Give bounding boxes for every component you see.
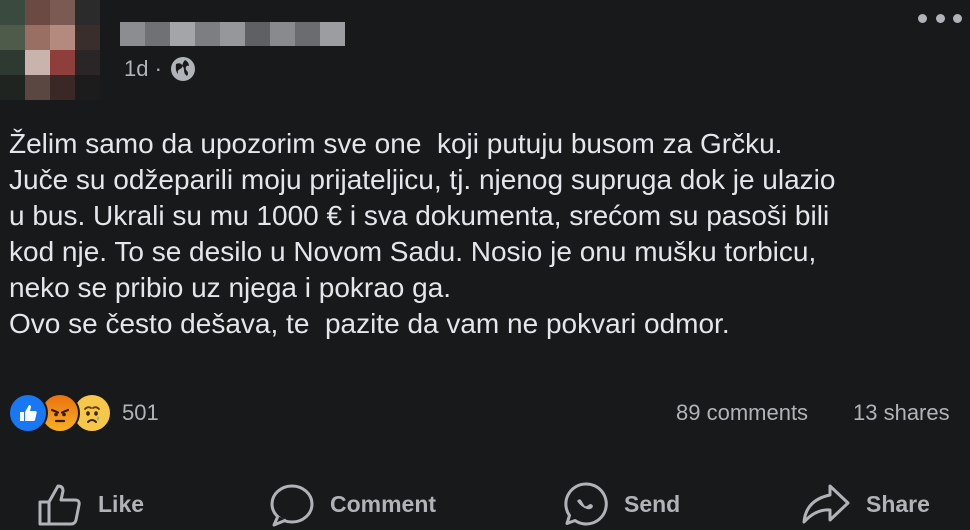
post-text-line: u bus. Ukrali su mu 1000 € i sva dokumen… (9, 200, 830, 231)
like-button[interactable]: Like (36, 478, 144, 530)
reactions-summary[interactable]: 501 (8, 392, 159, 434)
more-dot-icon (935, 13, 945, 23)
comment-button[interactable]: Comment (268, 478, 436, 530)
post-text-line: neko se pribio uz njega i pokrao ga. (9, 272, 452, 303)
comments-count-link[interactable]: 89 comments (676, 400, 808, 426)
send-label: Send (624, 490, 681, 517)
post-text-line: Ovo se često dešava, te pazite da vam ne… (9, 308, 730, 339)
globe-icon (170, 56, 196, 82)
more-options-button[interactable] (918, 8, 962, 28)
post-text: Želim samo da upozorim sve one koji putu… (9, 126, 959, 342)
more-dot-icon (953, 13, 962, 23)
post-timestamp: 1d · (124, 56, 196, 82)
post-actions-bar: Like Comment Send Share (0, 478, 970, 530)
share-button[interactable]: Share (800, 478, 930, 530)
reaction-count[interactable]: 501 (122, 400, 159, 426)
share-label: Share (866, 490, 930, 517)
post-text-line: kod nje. To se desilo u Novom Sadu. Nosi… (9, 236, 817, 267)
post-text-line: Juče su odžeparili moju prijateljicu, tj… (9, 164, 836, 195)
post-text-line: Želim samo da upozorim sve one koji putu… (9, 128, 783, 159)
like-reaction-icon (8, 393, 48, 433)
more-dot-icon (918, 13, 927, 23)
facebook-post: 1d · Želim samo da upozorim sve one koji… (0, 0, 970, 530)
shares-count-link[interactable]: 13 shares (853, 400, 950, 426)
thumbs-up-icon (36, 480, 84, 528)
comment-label: Comment (330, 490, 437, 517)
send-button[interactable]: Send (562, 478, 680, 530)
messenger-icon (562, 480, 610, 528)
comment-bubble-icon (268, 480, 316, 528)
share-arrow-icon (800, 480, 852, 528)
author-name-blurred[interactable] (120, 22, 345, 46)
post-time[interactable]: 1d · (124, 56, 162, 82)
like-label: Like (98, 490, 145, 517)
avatar[interactable] (0, 0, 100, 100)
